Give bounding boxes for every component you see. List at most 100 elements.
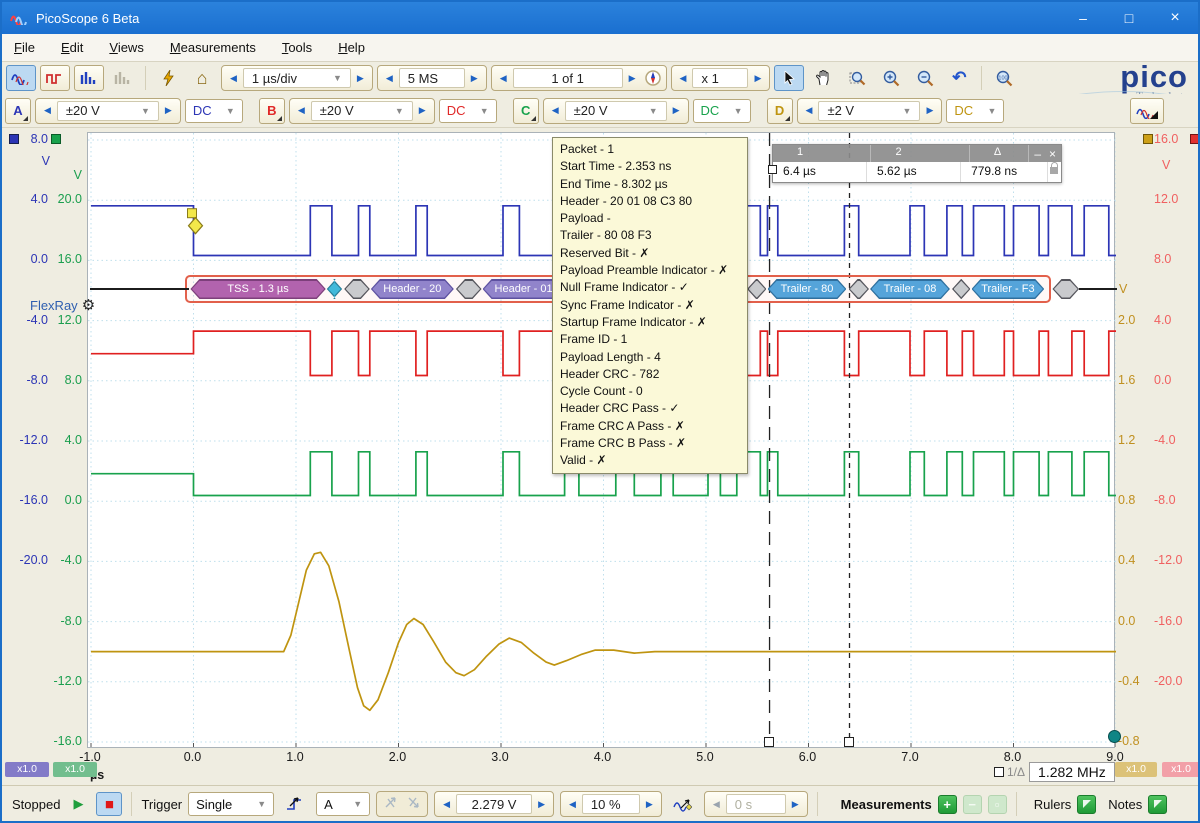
channel-c-range-control: ◀±20 V▼▶ [543, 98, 689, 124]
pan-hand-tool[interactable] [808, 65, 838, 91]
range-prev-button[interactable]: ◀ [800, 105, 819, 116]
trigger-marker[interactable] [189, 218, 203, 234]
maximize-button[interactable]: □ [1106, 2, 1152, 34]
decode-segment-trailer[interactable]: Trailer - F3 [972, 279, 1045, 299]
zoom-prev-button[interactable]: ◀ [674, 73, 693, 84]
trigger-level-down-button[interactable]: ◀ [437, 799, 456, 810]
math-channels-button[interactable] [1130, 98, 1164, 124]
menu-tools[interactable]: Tools [282, 40, 312, 55]
zoom-next-button[interactable]: ▶ [748, 73, 767, 84]
advanced-trigger-button[interactable] [668, 791, 698, 817]
menu-edit[interactable]: Edit [61, 40, 83, 55]
channel-a-button[interactable]: A [5, 98, 31, 124]
decode-segment-trailer[interactable]: Trailer - 08 [870, 279, 950, 299]
range-prev-button[interactable]: ◀ [546, 105, 565, 116]
samples-value[interactable]: 5 MS [399, 68, 465, 88]
stop-capture-button[interactable]: ■ [96, 792, 122, 816]
lock-icon[interactable] [1050, 167, 1058, 174]
channel-d-range-select[interactable]: ±2 V▼ [818, 101, 920, 121]
axis-d-tick-label: 0.8 [1118, 493, 1158, 507]
trigger-mode-select[interactable]: Single▼ [188, 792, 274, 816]
channel-c-offset-marker[interactable] [51, 134, 61, 144]
legend-close-button[interactable]: × [1049, 147, 1056, 161]
decode-segment-byte[interactable]: Header - 20 [371, 279, 454, 299]
freq-ruler-checkbox[interactable] [994, 767, 1004, 777]
samples-prev-button[interactable]: ◀ [380, 73, 399, 84]
channel-d-button[interactable]: D [767, 98, 793, 124]
pretrigger-value[interactable]: 10 % [582, 794, 640, 814]
trigger-label: Trigger [141, 797, 182, 812]
timebase-select[interactable]: 1 µs/div▼ [243, 68, 351, 88]
rulers-button[interactable] [1077, 795, 1096, 814]
trigger-handle[interactable] [188, 209, 197, 218]
auto-setup-button[interactable] [153, 65, 183, 91]
channel-c-button[interactable]: C [513, 98, 539, 124]
spectrum-view-button[interactable] [74, 65, 104, 91]
undo-icon: ↶ [952, 68, 966, 88]
scope-view-button[interactable] [6, 65, 36, 91]
range-prev-button[interactable]: ◀ [38, 105, 57, 116]
axis-b-tick-label: -16.0 [1154, 614, 1198, 628]
goto-page-icon[interactable] [642, 70, 664, 86]
pretrigger-down-button[interactable]: ◀ [563, 799, 582, 810]
ruler-legend[interactable]: 12Δ–×6.4 µs5.62 µs779.8 ns [772, 144, 1062, 183]
marquee-zoom-tool[interactable] [842, 65, 872, 91]
undo-zoom-button[interactable]: ↶ [944, 65, 974, 91]
picoscope-window: PicoScope 6 Beta – □ × File Edit Views M… [0, 0, 1200, 823]
legend-minimize-button[interactable]: – [1034, 147, 1041, 161]
samples-next-button[interactable]: ▶ [465, 73, 484, 84]
menu-help[interactable]: Help [338, 40, 365, 55]
time-ruler-handle-1[interactable] [844, 737, 854, 747]
channel-d-offset-marker[interactable] [1143, 134, 1153, 144]
zoom-100-button[interactable]: 100 [989, 65, 1019, 91]
minimize-button[interactable]: – [1060, 2, 1106, 34]
channel-a-range-select[interactable]: ±20 V▼ [57, 101, 159, 121]
page-prev-button[interactable]: ◀ [494, 73, 513, 84]
titlebar[interactable]: PicoScope 6 Beta – □ × [2, 2, 1198, 34]
channel-d-group: D ◀±2 V▼▶ DC▼ [767, 98, 1005, 124]
pretrigger-up-button[interactable]: ▶ [640, 799, 659, 810]
decoder-row-label[interactable]: FlexRay⚙ [30, 296, 95, 314]
legend-checkbox[interactable] [768, 165, 777, 174]
channel-d-trigger-marker[interactable] [1108, 730, 1121, 743]
channel-b-offset-marker[interactable] [1190, 134, 1200, 144]
decode-segment-trailer[interactable]: Trailer - 80 [768, 279, 847, 299]
edge-trigger-button[interactable] [280, 791, 310, 817]
trigger-source-select[interactable]: A▼ [316, 792, 370, 816]
range-next-button[interactable]: ▶ [667, 105, 686, 116]
channel-d-coupling-select[interactable]: DC▼ [946, 99, 1004, 123]
decode-segment-tss[interactable]: TSS - 1.3 µs [190, 279, 325, 299]
range-prev-button[interactable]: ◀ [292, 105, 311, 116]
channel-c-coupling-select[interactable]: DC▼ [693, 99, 751, 123]
range-next-button[interactable]: ▶ [413, 105, 432, 116]
channel-b-button[interactable]: B [259, 98, 285, 124]
trigger-level-up-button[interactable]: ▶ [532, 799, 551, 810]
channel-a-offset-marker[interactable] [9, 134, 19, 144]
notes-button[interactable] [1148, 795, 1167, 814]
channel-b-coupling-select[interactable]: DC▼ [439, 99, 497, 123]
channel-c-scale-badge: x1.0 [53, 762, 97, 777]
zoom-out-tool[interactable] [910, 65, 940, 91]
start-capture-button[interactable]: ▶ [66, 791, 90, 817]
zoom-in-tool[interactable] [876, 65, 906, 91]
menu-views[interactable]: Views [109, 40, 143, 55]
normal-cursor-tool[interactable] [774, 65, 804, 91]
add-measurement-button[interactable]: + [938, 795, 957, 814]
range-next-button[interactable]: ▶ [159, 105, 178, 116]
menu-measurements[interactable]: Measurements [170, 40, 256, 55]
trigger-level-value[interactable]: 2.279 V [456, 794, 532, 814]
time-ruler-handle-2[interactable] [764, 737, 774, 747]
home-button[interactable]: ⌂ [187, 65, 217, 91]
menu-file[interactable]: File [14, 40, 35, 55]
channel-c-range-select[interactable]: ±20 V▼ [565, 101, 667, 121]
gear-icon[interactable]: ⚙ [82, 296, 95, 314]
persistence-view-button[interactable] [40, 65, 70, 91]
range-next-button[interactable]: ▶ [920, 105, 939, 116]
channel-b-range-select[interactable]: ±20 V▼ [311, 101, 413, 121]
channel-a-coupling-select[interactable]: DC▼ [185, 99, 243, 123]
page-next-button[interactable]: ▶ [623, 73, 642, 84]
timebase-next-button[interactable]: ▶ [351, 73, 370, 84]
delay-up-button[interactable]: ▶ [786, 799, 805, 810]
close-button[interactable]: × [1152, 2, 1198, 34]
timebase-prev-button[interactable]: ◀ [224, 73, 243, 84]
